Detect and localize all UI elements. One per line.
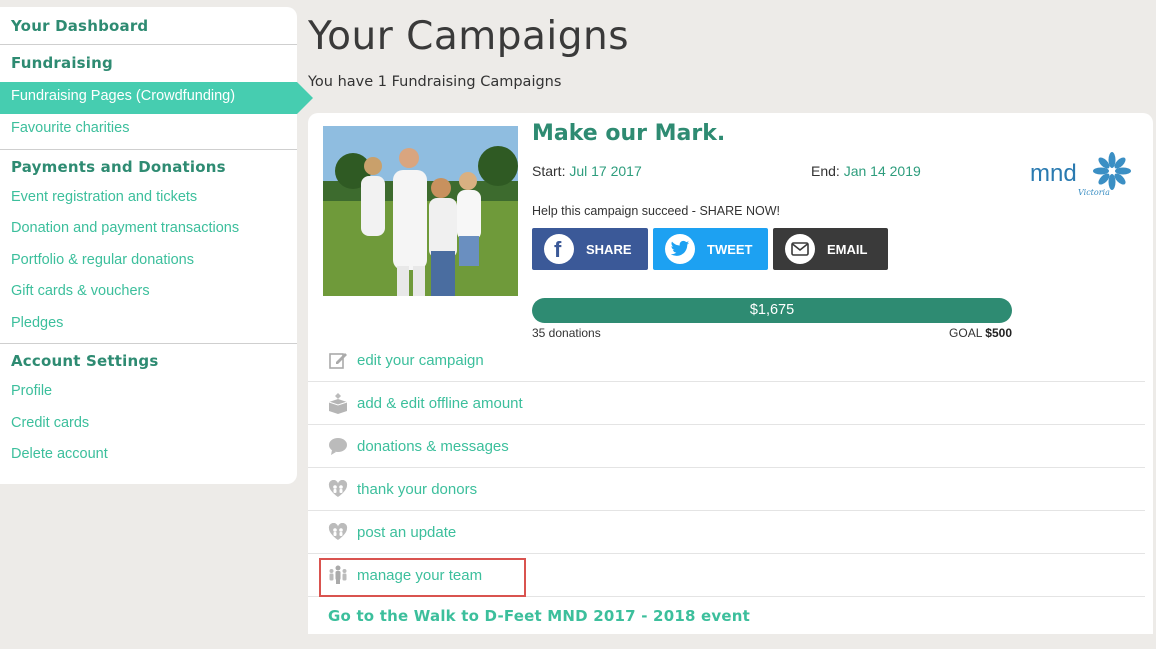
campaign-actions: edit your campaign add & edit offline am… bbox=[308, 339, 1145, 597]
divider bbox=[0, 148, 297, 150]
campaign-title[interactable]: Make our Mark. bbox=[532, 121, 725, 146]
share-prompt: Help this campaign succeed - SHARE NOW! bbox=[532, 204, 781, 218]
divider bbox=[0, 44, 297, 45]
sidebar-item-profile[interactable]: Profile bbox=[0, 377, 297, 409]
svg-text:f: f bbox=[554, 237, 562, 262]
twitter-tweet-label: TWEET bbox=[707, 241, 753, 257]
action-offline-amount[interactable]: add & edit offline amount bbox=[308, 382, 1145, 425]
action-label: thank your donors bbox=[357, 480, 478, 498]
campaign-end: End: Jan 14 2019 bbox=[811, 163, 921, 179]
donation-count: 35 donations bbox=[532, 326, 601, 340]
raised-amount: $1,675 bbox=[749, 302, 795, 318]
goal-value: $500 bbox=[985, 326, 1012, 340]
sidebar-item-portfolio[interactable]: Portfolio & regular donations bbox=[0, 246, 297, 278]
action-post-update[interactable]: post an update bbox=[308, 511, 1145, 554]
goal-label: GOAL bbox=[949, 326, 982, 340]
sidebar-item-pledges[interactable]: Pledges bbox=[0, 309, 297, 341]
start-label: Start: bbox=[532, 163, 566, 179]
end-date: Jan 14 2019 bbox=[843, 163, 921, 179]
sidebar-item-event-registration[interactable]: Event registration and tickets bbox=[0, 183, 297, 215]
logo-text: mnd bbox=[1030, 160, 1077, 187]
page-title: Your Campaigns bbox=[308, 14, 630, 59]
action-label: donations & messages bbox=[357, 437, 509, 455]
campaign-photo[interactable] bbox=[323, 126, 518, 296]
divider bbox=[0, 343, 297, 344]
event-link[interactable]: Go to the Walk to D-Feet MND 2017 - 2018… bbox=[328, 607, 750, 625]
logo-subtext: Victoria bbox=[1078, 188, 1110, 197]
action-label: manage your team bbox=[357, 566, 483, 584]
facebook-share-label: SHARE bbox=[586, 241, 632, 257]
facebook-icon: f bbox=[544, 234, 574, 264]
sidebar-item-favourite-charities[interactable]: Favourite charities bbox=[0, 114, 297, 146]
donation-box-icon bbox=[328, 393, 348, 414]
sidebar-heading-account-settings: Account Settings bbox=[11, 352, 159, 370]
action-donations-messages[interactable]: donations & messages bbox=[308, 425, 1145, 468]
email-share-button[interactable]: EMAIL bbox=[773, 228, 888, 270]
edit-icon bbox=[328, 350, 348, 370]
goal: GOAL $500 bbox=[868, 326, 1012, 340]
sidebar-heading-payments: Payments and Donations bbox=[11, 157, 226, 176]
action-thank-donors[interactable]: thank your donors bbox=[308, 468, 1145, 511]
sidebar-item-gift-cards[interactable]: Gift cards & vouchers bbox=[0, 277, 297, 309]
sidebar-item-donation-transactions[interactable]: Donation and payment transactions bbox=[0, 214, 297, 246]
team-icon bbox=[328, 565, 348, 585]
sidebar-item-delete-account[interactable]: Delete account bbox=[0, 440, 297, 472]
charity-logo: mnd Victoria bbox=[1028, 149, 1138, 199]
twitter-icon bbox=[665, 234, 695, 264]
start-date: Jul 17 2017 bbox=[569, 163, 642, 179]
sidebar: Your Dashboard Fundraising Fundraising P… bbox=[0, 7, 313, 484]
email-share-label: EMAIL bbox=[827, 241, 868, 257]
campaign-card: Make our Mark. Start: Jul 17 2017 End: J… bbox=[308, 113, 1153, 634]
sidebar-heading-dashboard[interactable]: Your Dashboard bbox=[0, 7, 297, 39]
action-label: edit your campaign bbox=[357, 351, 484, 369]
action-label: post an update bbox=[357, 523, 457, 541]
facebook-share-button[interactable]: f SHARE bbox=[532, 228, 648, 270]
page-subtitle: You have 1 Fundraising Campaigns bbox=[308, 74, 562, 90]
heart-people-icon bbox=[328, 522, 348, 542]
heart-people-icon bbox=[328, 479, 348, 499]
sidebar-item-fundraising-pages[interactable]: Fundraising Pages (Crowdfunding) bbox=[0, 82, 313, 114]
action-edit-campaign[interactable]: edit your campaign bbox=[308, 339, 1145, 382]
sidebar-heading-fundraising: Fundraising bbox=[11, 54, 113, 72]
family-photo-image bbox=[323, 126, 518, 296]
end-label: End: bbox=[811, 163, 840, 179]
action-label: add & edit offline amount bbox=[357, 394, 523, 412]
twitter-tweet-button[interactable]: TWEET bbox=[653, 228, 768, 270]
sidebar-item-credit-cards[interactable]: Credit cards bbox=[0, 409, 297, 441]
progress-bar: $1,675 bbox=[532, 298, 1012, 323]
envelope-icon bbox=[785, 234, 815, 264]
speech-bubble-icon bbox=[328, 436, 348, 456]
action-manage-team[interactable]: manage your team bbox=[308, 554, 1145, 597]
